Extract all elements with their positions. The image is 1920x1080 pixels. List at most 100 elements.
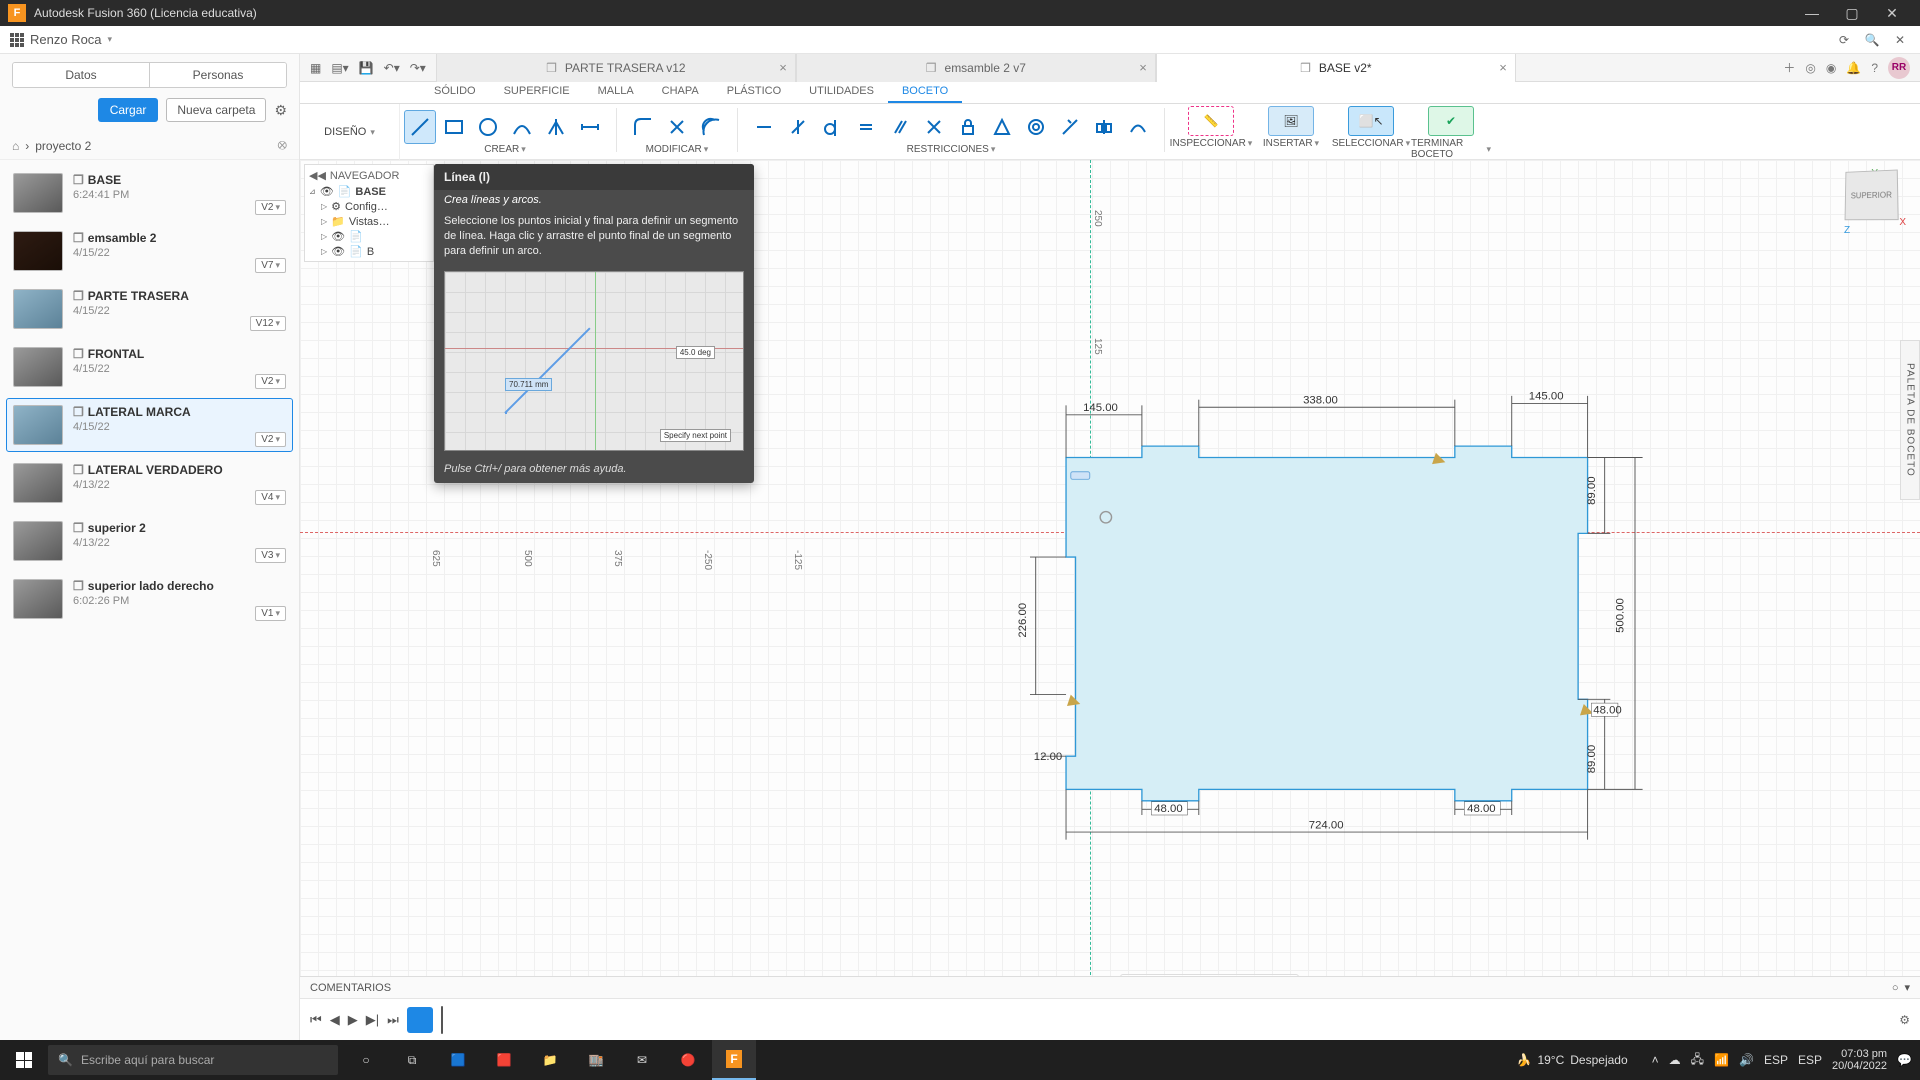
tab-personas[interactable]: Personas: [149, 63, 286, 87]
search-button[interactable]: 🔍: [1862, 30, 1882, 50]
browser-root[interactable]: BASE: [355, 186, 386, 198]
constraint-curvature[interactable]: [1122, 110, 1154, 144]
group-insertar[interactable]: 🖼INSERTAR▾: [1251, 104, 1331, 149]
help-icon[interactable]: ?: [1871, 61, 1878, 75]
finish-sketch-button[interactable]: ✔TERMINAR BOCETO▾: [1411, 104, 1491, 160]
timeline-prev[interactable]: ◀: [330, 1012, 340, 1028]
taskbar-search[interactable]: 🔍 Escribe aquí para buscar: [48, 1045, 338, 1075]
tab-datos[interactable]: Datos: [13, 63, 149, 87]
task-edge[interactable]: 🟦: [436, 1040, 480, 1080]
tray-lang[interactable]: ESP: [1764, 1053, 1788, 1067]
task-cortana[interactable]: ○: [344, 1040, 388, 1080]
task-fusion[interactable]: F: [712, 1040, 756, 1080]
timeline-play[interactable]: ▶: [348, 1012, 358, 1028]
group-inspeccionar[interactable]: 📏INSPECCIONAR▾: [1171, 104, 1251, 149]
close-tab-icon[interactable]: ×: [1499, 60, 1507, 75]
sketch-palette-tab[interactable]: PALETA DE BOCETO: [1900, 340, 1920, 500]
timeline-end[interactable]: ⏭: [387, 1012, 399, 1028]
constraint-concentric[interactable]: [1020, 110, 1052, 144]
task-taskview[interactable]: ⧉: [390, 1040, 434, 1080]
file-card[interactable]: ❒LATERAL VERDADERO4/13/22V4▾: [6, 456, 293, 510]
version-badge[interactable]: V7▾: [255, 258, 286, 273]
group-seleccionar[interactable]: ⬜↖SELECCIONAR▾: [1331, 104, 1411, 149]
file-card[interactable]: ❒LATERAL MARCA4/15/22V2▾: [6, 398, 293, 452]
task-brave[interactable]: 🟥: [482, 1040, 526, 1080]
extensions-icon[interactable]: ◎: [1805, 61, 1815, 75]
constraint-symmetry[interactable]: [1088, 110, 1120, 144]
constraint-parallel[interactable]: [884, 110, 916, 144]
version-badge[interactable]: V12▾: [250, 316, 286, 331]
constraint-fix[interactable]: [952, 110, 984, 144]
tray-wifi-icon[interactable]: 📶: [1714, 1053, 1729, 1067]
constraint-midpoint[interactable]: [986, 110, 1018, 144]
comments-label[interactable]: COMENTARIOS: [310, 982, 391, 994]
file-card[interactable]: ❒PARTE TRASERA4/15/22V12▾: [6, 282, 293, 336]
tray-keyboard[interactable]: ESP: [1798, 1053, 1822, 1067]
file-card[interactable]: ❒FRONTAL4/15/22V2▾: [6, 340, 293, 394]
version-badge[interactable]: V1▾: [255, 606, 286, 621]
ribbon-tab-malla[interactable]: MALLA: [584, 81, 648, 103]
file-menu-icon[interactable]: ▤▾: [331, 61, 348, 75]
version-badge[interactable]: V2▾: [255, 200, 286, 215]
ribbon-tab-chapa[interactable]: CHAPA: [648, 81, 713, 103]
browser-item[interactable]: Config…: [345, 201, 388, 213]
file-card[interactable]: ❒emsamble 24/15/22V7▾: [6, 224, 293, 278]
user-menu[interactable]: Renzo Roca ▾: [10, 32, 112, 47]
offset-tool[interactable]: [695, 110, 727, 144]
collapse-icon[interactable]: ◀◀: [309, 169, 326, 182]
notifications-icon[interactable]: 🔔: [1846, 61, 1861, 75]
pin-icon[interactable]: ⭙: [278, 138, 288, 153]
close-tab-icon[interactable]: ×: [779, 60, 787, 75]
timeline-start[interactable]: ⏮: [310, 1012, 322, 1028]
line-tool[interactable]: [404, 110, 436, 144]
version-badge[interactable]: V4▾: [255, 490, 286, 505]
mirror-tool[interactable]: [540, 110, 572, 144]
task-opera[interactable]: 🔴: [666, 1040, 710, 1080]
breadcrumb[interactable]: ⌂ › proyecto 2 ⭙: [0, 132, 299, 160]
constraint-horizontal[interactable]: [748, 110, 780, 144]
ribbon-tab-utilidades[interactable]: UTILIDADES: [795, 81, 888, 103]
task-explorer[interactable]: 📁: [528, 1040, 572, 1080]
redo-icon[interactable]: ↷▾: [410, 61, 426, 75]
canvas[interactable]: 250 625 500 375 -250 -125 125 ◀◀NAVEGADO…: [300, 160, 1920, 1040]
browser-panel[interactable]: ◀◀NAVEGADOR ⊿👁📄BASE ▷⚙Config… ▷📁Vistas… …: [304, 164, 434, 262]
ribbon-tab-solido[interactable]: SÓLIDO: [420, 81, 490, 103]
upload-button[interactable]: Cargar: [98, 98, 159, 122]
tray-volume-icon[interactable]: 🔊: [1739, 1053, 1754, 1067]
task-store[interactable]: 🏬: [574, 1040, 618, 1080]
comments-toggle-icon[interactable]: ○: [1892, 982, 1899, 994]
undo-icon[interactable]: ↶▾: [384, 61, 400, 75]
constraint-collinear[interactable]: [1054, 110, 1086, 144]
tray-overflow-icon[interactable]: ˄: [1652, 1053, 1659, 1067]
tray-onedrive-icon[interactable]: ☁: [1669, 1053, 1681, 1067]
arc-tool[interactable]: [506, 110, 538, 144]
version-badge[interactable]: V2▾: [255, 374, 286, 389]
timeline-marker[interactable]: [441, 1006, 443, 1034]
home-icon[interactable]: ⌂: [12, 139, 19, 153]
apps-icon[interactable]: ▦: [310, 61, 321, 75]
tray-network-icon[interactable]: 🖧: [1691, 1050, 1704, 1071]
refresh-button[interactable]: ⟳: [1834, 30, 1854, 50]
tray-notifications-icon[interactable]: 💬: [1897, 1053, 1912, 1067]
maximize-button[interactable]: ▢: [1832, 0, 1872, 26]
timeline-feature-sketch[interactable]: [407, 1007, 433, 1033]
avatar[interactable]: RR: [1888, 57, 1910, 79]
taskbar-clock[interactable]: 07:03 pm 20/04/2022: [1832, 1048, 1887, 1072]
workspace-selector[interactable]: DISEÑO▾: [300, 104, 400, 160]
file-card[interactable]: ❒superior 24/13/22V3▾: [6, 514, 293, 568]
dimension-tool[interactable]: [574, 110, 606, 144]
constraint-perpendicular[interactable]: [918, 110, 950, 144]
version-badge[interactable]: V2▾: [255, 432, 286, 447]
file-card[interactable]: ❒BASE6:24:41 PMV2▾: [6, 166, 293, 220]
minimize-button[interactable]: —: [1792, 0, 1832, 26]
view-cube[interactable]: Y SUPERIOR X Z: [1834, 170, 1904, 234]
constraint-equal[interactable]: [850, 110, 882, 144]
trim-tool[interactable]: [661, 110, 693, 144]
new-folder-button[interactable]: Nueva carpeta: [166, 98, 266, 122]
comments-collapse-icon[interactable]: ▾: [1904, 981, 1910, 994]
browser-item[interactable]: Vistas…: [349, 216, 390, 228]
file-card[interactable]: ❒superior lado derecho6:02:26 PMV1▾: [6, 572, 293, 626]
timeline-next[interactable]: ▶|: [366, 1012, 379, 1028]
ribbon-tab-boceto[interactable]: BOCETO: [888, 81, 962, 103]
weather-widget[interactable]: 🍌19°CDespejado: [1517, 1053, 1628, 1067]
